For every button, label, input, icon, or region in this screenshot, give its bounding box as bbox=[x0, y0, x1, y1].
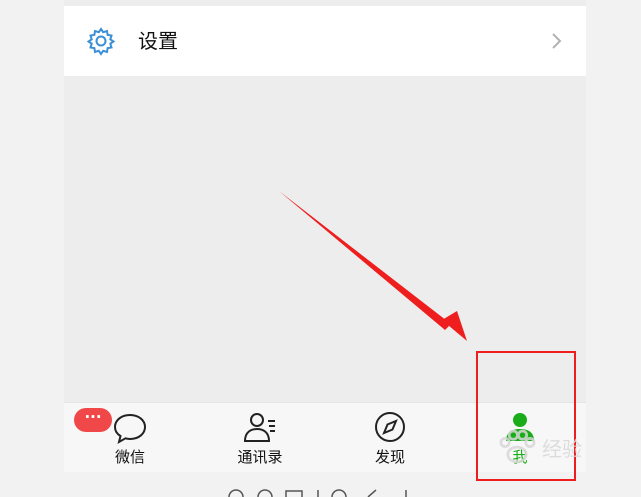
zoom-out-icon bbox=[257, 489, 273, 497]
watermark: 经验 bbox=[494, 425, 614, 475]
chat-bubble-icon bbox=[113, 413, 147, 445]
tab-discover[interactable]: 发现 bbox=[340, 403, 440, 472]
viewer-toolbar bbox=[228, 489, 407, 497]
tab-discover-label: 发现 bbox=[374, 448, 405, 466]
settings-row[interactable]: 设置 bbox=[64, 6, 586, 76]
gear-icon bbox=[86, 27, 116, 56]
tab-contacts-label: 通讯录 bbox=[237, 448, 283, 466]
tab-wechat-label: 微信 bbox=[114, 448, 145, 466]
fit-screen-icon bbox=[285, 490, 303, 497]
watermark-paw-icon bbox=[499, 429, 536, 464]
unread-badge: ··· bbox=[74, 408, 112, 432]
tab-contacts[interactable]: 通讯录 bbox=[210, 403, 310, 472]
watermark-text: 经验 bbox=[542, 437, 582, 461]
rotate-icon bbox=[331, 489, 347, 497]
settings-label: 设置 bbox=[138, 29, 178, 53]
edit-icon bbox=[367, 489, 377, 497]
chevron-right-icon bbox=[552, 33, 562, 49]
contacts-icon bbox=[243, 413, 275, 442]
zoom-in-icon bbox=[228, 489, 244, 497]
compass-icon bbox=[375, 412, 405, 442]
